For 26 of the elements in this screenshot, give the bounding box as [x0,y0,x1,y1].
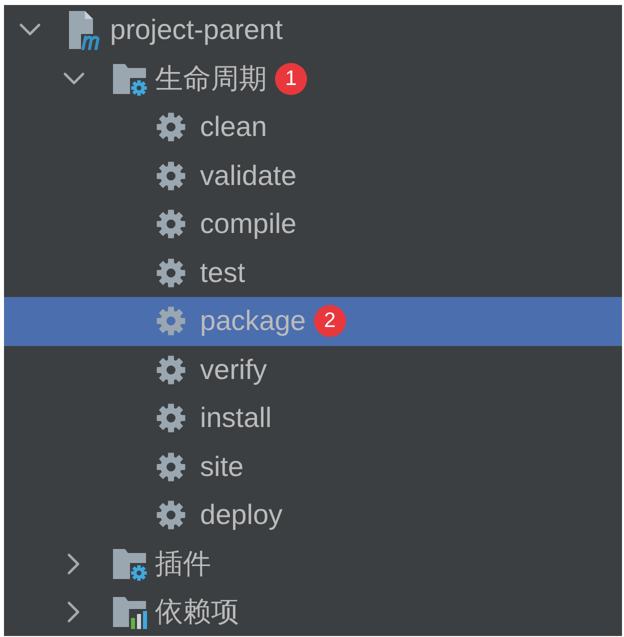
gear-icon [156,258,186,288]
gear-icon [156,500,186,530]
gear-icon [156,112,186,142]
tree-item[interactable]: validate [4,152,622,200]
tree-item[interactable]: verify [4,346,622,394]
tree-item[interactable]: compile [4,200,622,248]
gear-icon [156,306,186,336]
number-badge: 2 [314,305,346,338]
project-file-icon [68,10,102,50]
gear-icon [156,354,186,385]
tree-item[interactable]: install [4,394,622,442]
gear-icon [156,160,186,191]
tree-item[interactable]: 依赖项 [4,588,622,636]
tree-item[interactable]: clean [4,103,622,152]
gear-icon [156,209,186,240]
tree-item[interactable]: deploy [4,491,622,540]
tree-item[interactable]: test [4,248,622,297]
gear-icon [156,452,186,482]
tree-item[interactable]: site [4,442,622,491]
folder-bars-icon [112,594,148,630]
gear-icon [156,403,186,434]
tree-item[interactable]: package 2 [4,297,622,346]
tree-item[interactable]: project-parent [4,6,622,54]
tree-item[interactable]: 生命周期 1 [4,54,622,103]
number-badge: 1 [275,62,307,95]
tree-item[interactable]: 插件 [4,540,622,588]
